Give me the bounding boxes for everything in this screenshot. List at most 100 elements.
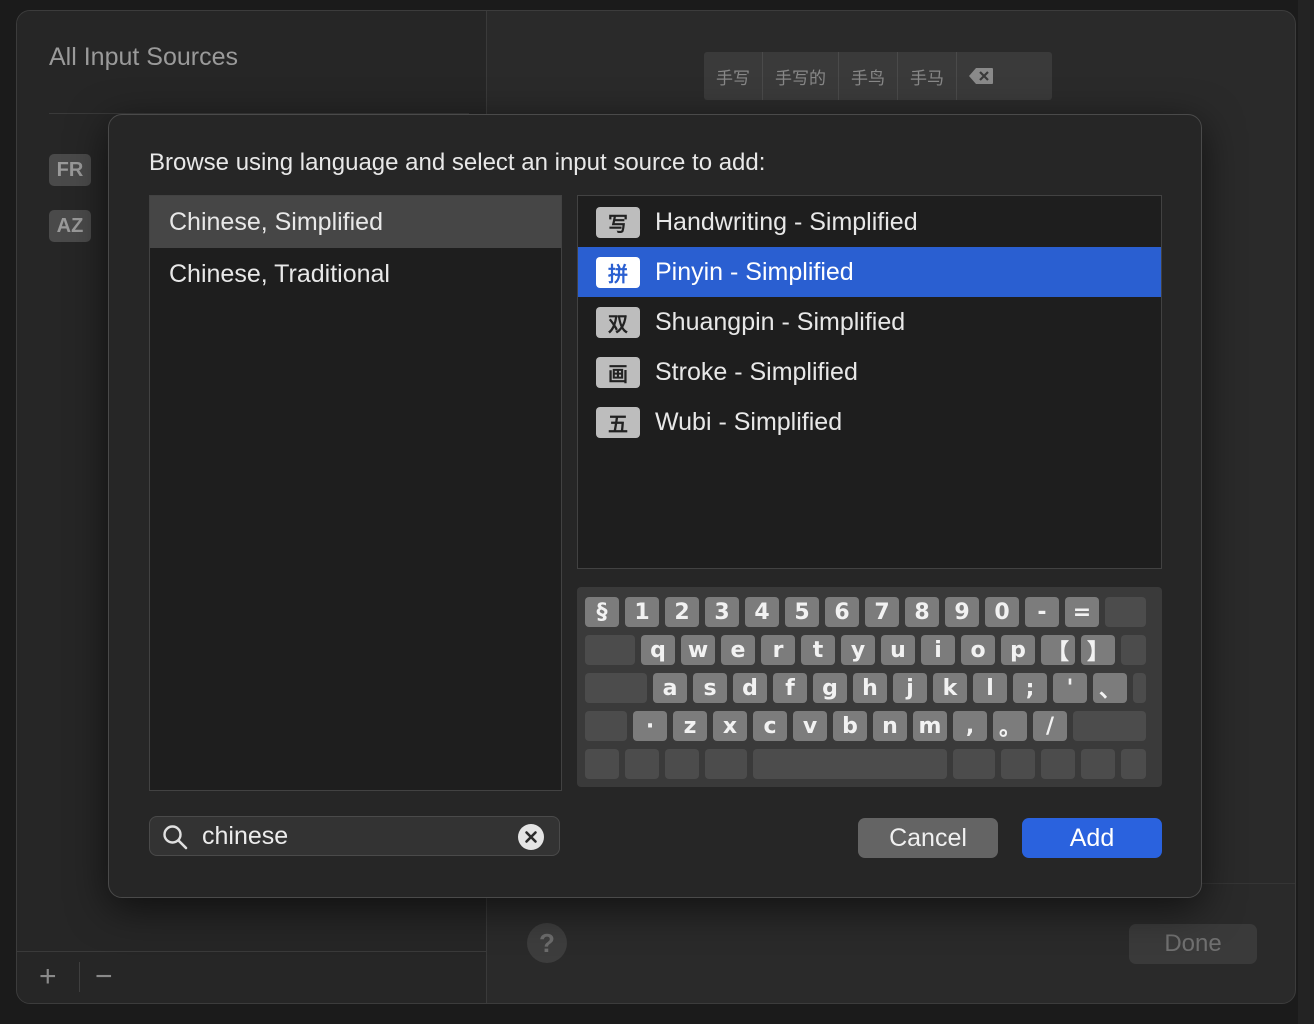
- clear-search-icon[interactable]: [518, 824, 544, 850]
- keyboard-key: /: [1033, 711, 1067, 741]
- keyboard-key: ': [1053, 673, 1087, 703]
- source-item-handwriting[interactable]: 写 Handwriting - Simplified: [578, 197, 1161, 247]
- keyboard-key-shift: [585, 711, 627, 741]
- source-label: Shuangpin - Simplified: [655, 307, 906, 336]
- keyboard-key-modifier: [1041, 749, 1075, 779]
- source-label: Handwriting - Simplified: [655, 207, 918, 236]
- remove-source-button[interactable]: −: [95, 960, 113, 994]
- input-source-badge-az[interactable]: AZ: [49, 210, 91, 242]
- delete-icon[interactable]: [957, 52, 1005, 100]
- keyboard-key-return: [1133, 673, 1146, 703]
- keyboard-key: s: [693, 673, 727, 703]
- keyboard-key: v: [793, 711, 827, 741]
- done-button[interactable]: Done: [1129, 924, 1257, 964]
- keyboard-key-arrow: [1081, 749, 1115, 779]
- keyboard-key-tab: [585, 635, 635, 665]
- input-source-badge-fr[interactable]: FR: [49, 154, 91, 186]
- keyboard-key: -: [1025, 597, 1059, 627]
- keyboard-key-modifier: [585, 749, 619, 779]
- input-source-list: 写 Handwriting - Simplified 拼 Pinyin - Si…: [577, 195, 1162, 569]
- help-button[interactable]: ?: [527, 923, 567, 963]
- keyboard-key: z: [673, 711, 707, 741]
- keyboard-key: ;: [1013, 673, 1047, 703]
- language-list: Chinese, Simplified Chinese, Traditional: [149, 195, 562, 791]
- background-edge: [1298, 0, 1314, 1024]
- keyboard-key: 1: [625, 597, 659, 627]
- keyboard-key-arrow: [1121, 749, 1146, 779]
- keyboard-key: r: [761, 635, 795, 665]
- keyboard-key-modifier: [665, 749, 699, 779]
- keyboard-key-caps: [585, 673, 647, 703]
- keyboard-key: 】: [1081, 635, 1115, 665]
- keyboard-layout-preview: § 1 2 3 4 5 6 7 8 9 0- = q w e r t y u i o p 【】 a s d f g h j k l; '、 · z x…: [577, 587, 1162, 787]
- source-label: Pinyin - Simplified: [655, 257, 854, 286]
- candidate-bar: 手写 手写的 手鸟 手马: [704, 52, 1052, 100]
- keyboard-key: t: [801, 635, 835, 665]
- window-title: All Input Sources: [49, 43, 238, 71]
- keyboard-key-modifier: [953, 749, 995, 779]
- keyboard-key: m: [913, 711, 947, 741]
- keyboard-key: d: [733, 673, 767, 703]
- source-item-shuangpin[interactable]: 双 Shuangpin - Simplified: [578, 297, 1161, 347]
- keyboard-key: f: [773, 673, 807, 703]
- stroke-icon: 画: [596, 356, 640, 388]
- keyboard-key: i: [921, 635, 955, 665]
- keyboard-key: ,: [953, 711, 987, 741]
- add-button[interactable]: Add: [1022, 818, 1162, 858]
- keyboard-key: n: [873, 711, 907, 741]
- candidate-item[interactable]: 手写: [704, 52, 763, 100]
- add-input-source-sheet: Browse using language and select an inpu…: [108, 114, 1202, 898]
- keyboard-key-return: [1121, 635, 1146, 665]
- keyboard-key: a: [653, 673, 687, 703]
- keyboard-key: y: [841, 635, 875, 665]
- keyboard-key-modifier: [1001, 749, 1035, 779]
- keyboard-key: 2: [665, 597, 699, 627]
- keyboard-key: u: [881, 635, 915, 665]
- keyboard-key: w: [681, 635, 715, 665]
- keyboard-key: b: [833, 711, 867, 741]
- candidate-item[interactable]: 手写的: [763, 52, 839, 100]
- keyboard-key: q: [641, 635, 675, 665]
- list-toolbar: + −: [17, 951, 487, 1003]
- divider: [79, 962, 80, 992]
- search-input[interactable]: [202, 819, 502, 853]
- keyboard-key: §: [585, 597, 619, 627]
- keyboard-key: 4: [745, 597, 779, 627]
- keyboard-key: =: [1065, 597, 1099, 627]
- keyboard-key-shift: [1073, 711, 1146, 741]
- keyboard-key-delete: [1105, 597, 1146, 627]
- handwriting-icon: 写: [596, 206, 640, 238]
- keyboard-key: h: [853, 673, 887, 703]
- keyboard-key: k: [933, 673, 967, 703]
- search-field[interactable]: [149, 816, 560, 856]
- language-item-chinese-traditional[interactable]: Chinese, Traditional: [150, 248, 561, 300]
- source-item-pinyin[interactable]: 拼 Pinyin - Simplified: [578, 247, 1161, 297]
- candidate-item[interactable]: 手鸟: [839, 52, 898, 100]
- keyboard-key: l: [973, 673, 1007, 703]
- language-item-chinese-simplified[interactable]: Chinese, Simplified: [150, 196, 561, 248]
- keyboard-key: 7: [865, 597, 899, 627]
- add-source-button[interactable]: +: [39, 960, 57, 994]
- source-item-stroke[interactable]: 画 Stroke - Simplified: [578, 347, 1161, 397]
- sheet-prompt: Browse using language and select an inpu…: [149, 149, 766, 176]
- keyboard-key: j: [893, 673, 927, 703]
- keyboard-key-space: [753, 749, 947, 779]
- source-label: Wubi - Simplified: [655, 407, 843, 436]
- keyboard-key: 。: [993, 711, 1027, 741]
- keyboard-key-modifier: [705, 749, 747, 779]
- cancel-button[interactable]: Cancel: [858, 818, 998, 858]
- keyboard-key: p: [1001, 635, 1035, 665]
- source-label: Stroke - Simplified: [655, 357, 858, 386]
- keyboard-key: c: [753, 711, 787, 741]
- shuangpin-icon: 双: [596, 306, 640, 338]
- search-icon: [162, 824, 188, 855]
- keyboard-key-modifier: [625, 749, 659, 779]
- keyboard-key: 0: [985, 597, 1019, 627]
- candidate-item[interactable]: 手马: [898, 52, 957, 100]
- pinyin-icon: 拼: [596, 256, 640, 288]
- source-item-wubi[interactable]: 五 Wubi - Simplified: [578, 397, 1161, 447]
- keyboard-key: x: [713, 711, 747, 741]
- keyboard-key: 8: [905, 597, 939, 627]
- keyboard-key: g: [813, 673, 847, 703]
- keyboard-key: 【: [1041, 635, 1075, 665]
